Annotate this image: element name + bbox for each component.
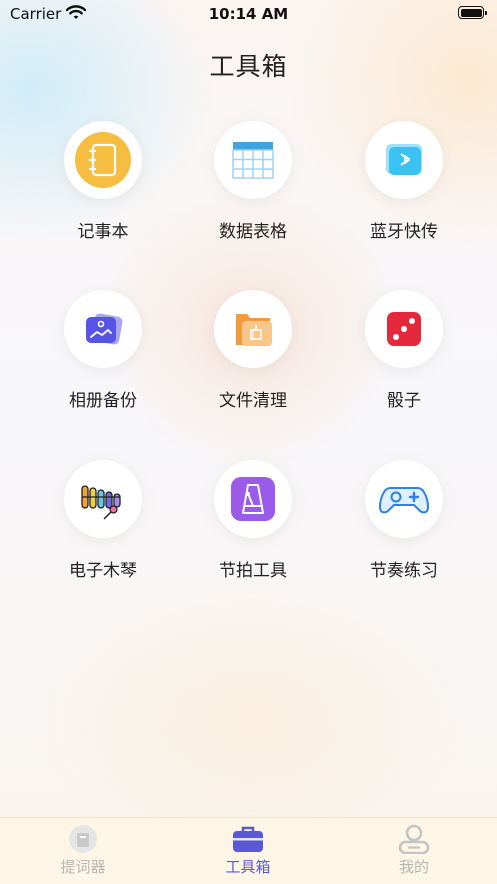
gamepad-icon <box>379 487 429 514</box>
tool-label: 节奏练习 <box>370 561 438 581</box>
clock: 10:14 AM <box>208 5 289 23</box>
tab-bar: 提词器 工具箱 我的 <box>0 817 497 884</box>
profile-icon <box>398 824 430 854</box>
notebook-icon <box>75 132 131 188</box>
tab-label: 我的 <box>398 858 429 876</box>
tab-label: 工具箱 <box>225 858 271 876</box>
teleprompter-icon <box>69 825 97 853</box>
tab-label: 提词器 <box>60 858 106 876</box>
tool-label: 骰子 <box>387 391 421 411</box>
tool-notebook[interactable]: 记事本 <box>33 121 173 242</box>
folder-clean-icon <box>236 314 272 346</box>
photo-album-icon <box>86 313 123 345</box>
toolbox-icon <box>233 826 263 852</box>
battery-icon <box>458 6 487 19</box>
tool-dice[interactable]: 骰子 <box>334 290 474 411</box>
tool-rhythm-practice[interactable]: 节奏练习 <box>334 460 474 581</box>
tool-bluetooth-transfer[interactable]: 蓝牙快传 <box>334 121 474 242</box>
tool-label: 相册备份 <box>69 391 137 411</box>
table-icon <box>232 142 274 179</box>
tool-label: 记事本 <box>77 222 129 242</box>
tab-teleprompter[interactable]: 提词器 <box>23 824 143 877</box>
dice-icon <box>387 312 421 346</box>
tool-file-cleanup[interactable]: 文件清理 <box>183 290 323 411</box>
status-bar: Carrier 10:14 AM <box>0 0 497 28</box>
metronome-icon <box>231 477 275 521</box>
tool-album-backup[interactable]: 相册备份 <box>33 290 173 411</box>
tool-label: 文件清理 <box>219 391 287 411</box>
tab-profile[interactable]: 我的 <box>354 824 474 877</box>
xylophone-icon <box>81 485 121 520</box>
tool-xylophone[interactable]: 电子木琴 <box>33 460 173 581</box>
tool-label: 数据表格 <box>219 222 287 242</box>
page-title: 工具箱 <box>209 52 288 81</box>
tool-label: 节拍工具 <box>219 561 287 581</box>
tool-data-table[interactable]: 数据表格 <box>183 121 323 242</box>
tool-label: 蓝牙快传 <box>370 222 438 242</box>
bluetooth-icon <box>386 144 422 175</box>
tool-label: 电子木琴 <box>69 561 137 581</box>
tab-toolbox[interactable]: 工具箱 <box>188 824 308 877</box>
tool-metronome[interactable]: 节拍工具 <box>183 460 323 581</box>
